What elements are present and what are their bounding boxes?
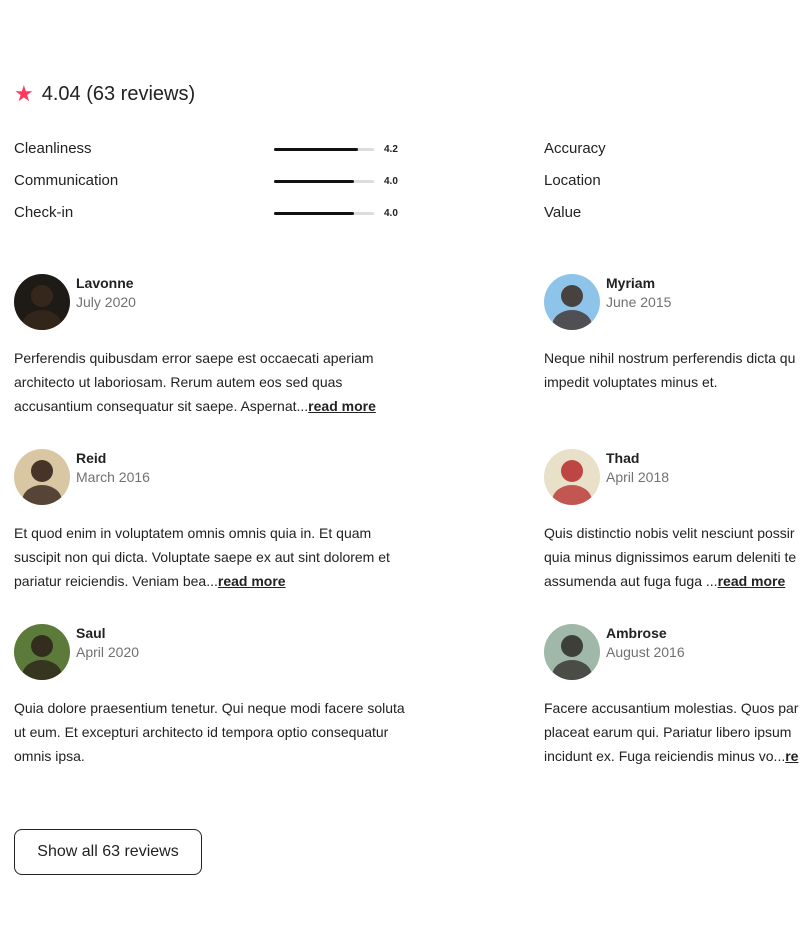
review-line: suscipit non qui dicta. Voluptate saepe … [14,549,390,565]
rating-bar-check-in [274,212,374,215]
review-text: Quis distinctio nobis velit nesciunt pos… [544,521,801,593]
rating-title: 4.04 (63 reviews) [41,82,196,105]
read-more-link[interactable]: re [785,748,798,764]
reviewer-name: Myriam [606,275,656,291]
review-line: Quia dolore praesentium tenetur. Qui neq… [14,700,405,716]
review-text: Quia dolore praesentium tenetur. Qui neq… [14,696,434,768]
review-line: quia minus dignissimos earum deleniti te [544,549,797,565]
review-date: August 2016 [606,644,685,660]
avatar [544,449,600,505]
review-date: April 2018 [606,469,670,485]
review-line: pariatur reiciendis. Veniam bea...read m… [14,573,286,589]
review-date: March 2016 [76,469,150,485]
review-line: incidunt ex. Fuga reiciendis minus vo...… [544,748,799,764]
review-line: accusantium consequatur sit saepe. Asper… [14,398,376,414]
rating-summary: ★ 4.04 (63 reviews) [14,80,195,108]
review-text: Perferendis quibusdam error saepe est oc… [14,346,434,418]
rating-bar-communication [274,180,374,183]
avatar [14,449,70,505]
review-line: assumenda aut fuga fuga ...read more [544,573,786,589]
review-line: Perferendis quibusdam error saepe est oc… [14,350,374,366]
avatar [544,624,600,680]
review-line: Facere accusantium molestias. Quos par [544,700,799,716]
category-label-value: Value [544,204,582,221]
category-label-check-in: Check-in [14,204,74,221]
category-score-check-in: 4.0 [384,208,398,219]
review-text: Et quod enim in voluptatem omnis omnis q… [14,521,434,593]
category-score-cleanliness: 4.2 [384,144,398,155]
avatar [544,274,600,330]
review-line: omnis ipsa. [14,748,85,764]
read-more-link[interactable]: read more [718,573,786,589]
category-label-location: Location [544,172,601,189]
read-more-link[interactable]: read more [308,398,376,414]
category-label-accuracy: Accuracy [544,140,606,157]
category-score-communication: 4.0 [384,176,398,187]
review-line: impedit voluptates minus et. [544,374,718,390]
rating-bar-cleanliness [274,148,374,151]
reviewer-name: Saul [76,625,106,641]
review-line: Et quod enim in voluptatem omnis omnis q… [14,525,372,541]
reviewer-name: Ambrose [606,625,667,641]
category-label-communication: Communication [14,172,119,189]
category-label-cleanliness: Cleanliness [14,140,92,157]
review-date: April 2020 [76,644,140,660]
review-date: July 2020 [76,294,136,310]
reviewer-name: Thad [606,450,640,466]
avatar [14,274,70,330]
read-more-link[interactable]: read more [218,573,286,589]
review-line: architecto ut laboriosam. Rerum autem eo… [14,374,343,390]
star-icon: ★ [14,81,34,106]
review-date: June 2015 [606,294,672,310]
review-text: Neque nihil nostrum perferendis dicta qu… [544,346,801,394]
reviewer-name: Lavonne [76,275,134,291]
review-line: Neque nihil nostrum perferendis dicta qu [544,350,796,366]
avatar [14,624,70,680]
reviewer-name: Reid [76,450,107,466]
review-line: placeat earum qui. Pariatur libero ipsum [544,724,792,740]
show-all-reviews-button[interactable]: Show all 63 reviews [14,829,202,875]
review-text: Facere accusantium molestias. Quos par p… [544,696,801,768]
review-line: Quis distinctio nobis velit nesciunt pos… [544,525,795,541]
review-line: ut eum. Et excepturi architecto id tempo… [14,724,389,740]
